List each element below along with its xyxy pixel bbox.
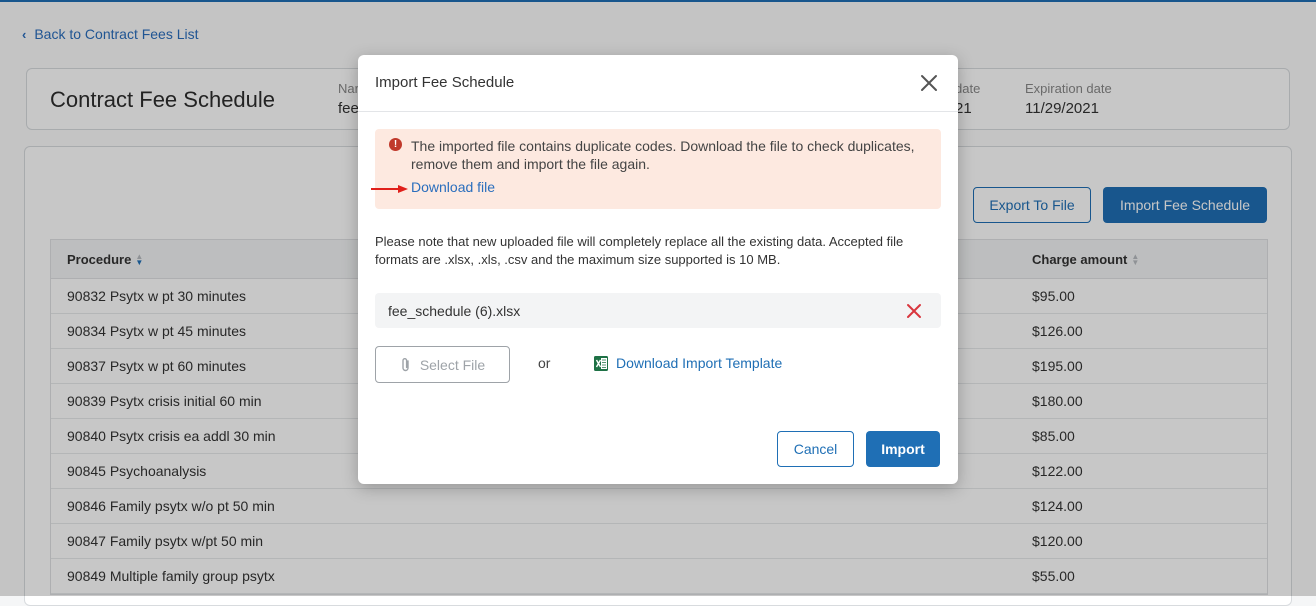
upload-note: Please note that new uploaded file will … [375,233,941,269]
close-icon[interactable] [918,72,940,94]
select-file-button[interactable]: Select File [375,346,510,383]
alert-message: The imported file contains duplicate cod… [411,137,931,173]
paperclip-icon [400,357,412,373]
excel-icon [594,356,608,371]
modal-header: Import Fee Schedule [358,55,958,112]
duplicate-codes-alert: ! The imported file contains duplicate c… [375,129,941,209]
selected-file-name: fee_schedule (6).xlsx [388,303,520,319]
import-button[interactable]: Import [866,431,940,467]
selected-file-row: fee_schedule (6).xlsx [375,293,941,328]
arrow-icon [370,184,410,194]
or-label: or [538,355,550,371]
download-file-link[interactable]: Download file [411,179,495,195]
error-circle-icon: ! [389,138,402,151]
cancel-button[interactable]: Cancel [777,431,854,467]
select-file-label: Select File [420,357,485,373]
download-import-template-link[interactable]: Download Import Template [594,355,782,371]
template-link-label: Download Import Template [616,355,782,371]
remove-x-icon[interactable] [906,303,922,319]
import-fee-schedule-modal: Import Fee Schedule ! The imported file … [358,55,958,484]
modal-title: Import Fee Schedule [375,74,514,91]
